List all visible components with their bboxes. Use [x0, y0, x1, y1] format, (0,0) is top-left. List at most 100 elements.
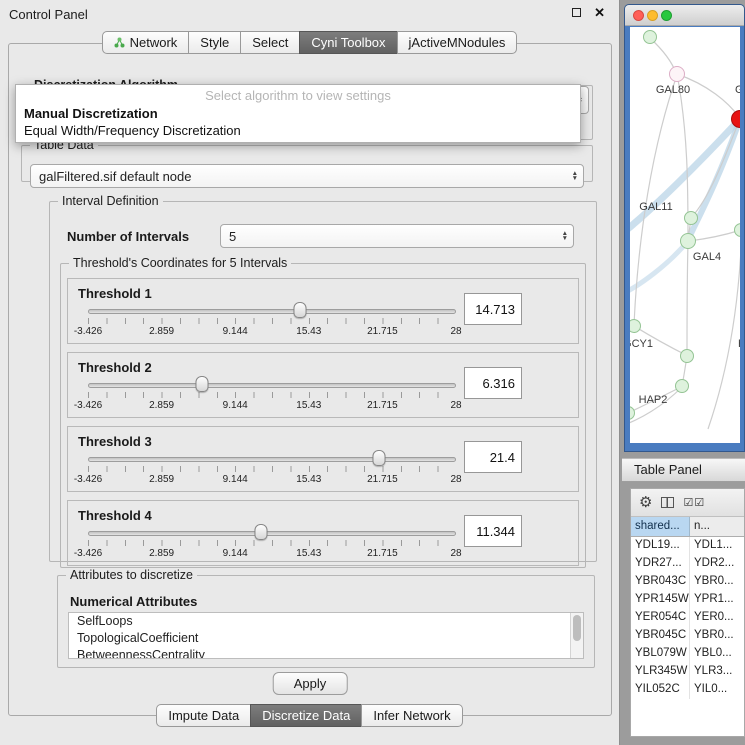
threshold-slider[interactable]: -3.426 2.859 9.144 15.43 21.715 28 — [88, 379, 456, 413]
scrollbar-thumb[interactable] — [573, 615, 581, 641]
network-node[interactable] — [643, 30, 657, 44]
group-label: Threshold's Coordinates for 5 Intervals — [69, 256, 291, 270]
table-row[interactable]: YBR045C YBR0... — [631, 627, 744, 645]
table-row[interactable]: YDR27... YDR2... — [631, 555, 744, 573]
threshold-slider[interactable]: -3.426 2.859 9.144 15.43 21.715 28 — [88, 305, 456, 339]
tab-label: Style — [200, 35, 229, 50]
table-rows: YDL19... YDL1... YDR27... YDR2... YBR043… — [631, 537, 744, 736]
network-window-titlebar[interactable] — [625, 5, 744, 26]
close-traffic-light-icon[interactable] — [633, 10, 644, 21]
table-toolbar: ⚙ ☑☑ — [631, 489, 744, 517]
table-row[interactable]: YDL19... YDL1... — [631, 537, 744, 555]
network-node-label: GCY1 — [630, 338, 653, 350]
cell-shared-name: YLR345W — [631, 663, 690, 681]
network-node[interactable] — [684, 211, 698, 225]
tab-cyni-toolbox[interactable]: Cyni Toolbox — [299, 31, 397, 54]
columns-icon[interactable] — [661, 497, 674, 508]
table-data-select[interactable]: galFiltered.sif default node ▲▼ — [30, 164, 584, 188]
network-node[interactable] — [734, 223, 740, 237]
network-canvas[interactable]: GAL80GAGAL11GAL4GCY1HHAP2 — [630, 27, 740, 443]
cell-name: YBR0... — [690, 627, 744, 645]
tab-jactivemnodules[interactable]: jActiveMNodules — [397, 31, 518, 54]
tab-discretize-data[interactable]: Discretize Data — [250, 704, 362, 727]
slider-thumb[interactable] — [372, 450, 385, 466]
attribute-list-item[interactable]: BetweennessCentrality — [69, 647, 583, 659]
network-node[interactable] — [675, 379, 689, 393]
cell-name: YLR3... — [690, 663, 744, 681]
close-icon[interactable]: ✕ — [594, 7, 605, 18]
table-row[interactable]: YLR345W YLR3... — [631, 663, 744, 681]
tab-impute-data[interactable]: Impute Data — [156, 704, 251, 727]
attribute-list-item[interactable]: SelfLoops — [69, 613, 583, 630]
slider-scale: -3.426 2.859 9.144 15.43 21.715 28 — [88, 326, 456, 338]
table-panel-header[interactable]: Table Panel — [622, 458, 745, 482]
threshold-label: Threshold 2 — [78, 360, 152, 375]
network-node[interactable] — [680, 349, 694, 363]
threshold-value-field[interactable]: 14.713 — [464, 293, 522, 325]
cell-shared-name: YBR045C — [631, 627, 690, 645]
network-node[interactable] — [630, 319, 641, 333]
network-nodes: GAL80GAGAL11GAL4GCY1HHAP2 — [630, 27, 740, 443]
threshold-slider[interactable]: -3.426 2.859 9.144 15.43 21.715 28 — [88, 527, 456, 561]
table-header-row: shared... n... — [631, 517, 744, 537]
network-node[interactable] — [669, 66, 685, 82]
network-node-label: HAP2 — [639, 394, 668, 406]
window-title: Control Panel — [9, 7, 88, 22]
cell-name: YIL0... — [690, 681, 744, 699]
table-row[interactable]: YER054C YER0... — [631, 609, 744, 627]
threshold-value-field[interactable]: 11.344 — [464, 515, 522, 547]
spinner-icon[interactable]: ▲▼ — [572, 171, 578, 181]
screen: Control Panel ✕ Network Style Select Cyn… — [0, 0, 745, 745]
tab-network[interactable]: Network — [102, 31, 190, 54]
threshold-label: Threshold 1 — [78, 286, 152, 301]
spinner-icon[interactable]: ▲▼ — [562, 231, 568, 241]
cell-name: YPR1... — [690, 591, 744, 609]
algorithm-dropdown-popup: Select algorithm to view settings Manual… — [15, 84, 581, 143]
threshold-value-field[interactable]: 6.316 — [464, 367, 522, 399]
tab-select[interactable]: Select — [240, 31, 300, 54]
table-row[interactable]: YIL052C YIL0... — [631, 681, 744, 699]
apply-button[interactable]: Apply — [273, 672, 348, 695]
list-scrollbar[interactable] — [570, 613, 583, 658]
tab-label: Cyni Toolbox — [311, 35, 385, 50]
column-header-shared-name[interactable]: shared... — [631, 517, 690, 536]
slider-track[interactable] — [88, 383, 456, 388]
zoom-traffic-light-icon[interactable] — [661, 10, 672, 21]
column-header-name[interactable]: n... — [690, 517, 744, 536]
select-columns-icons[interactable]: ☑☑ — [683, 496, 705, 509]
network-node[interactable] — [680, 233, 696, 249]
slider-track[interactable] — [88, 457, 456, 462]
attribute-list-item[interactable]: TopologicalCoefficient — [69, 630, 583, 647]
table-row[interactable]: YPR145W YPR1... — [631, 591, 744, 609]
network-node[interactable] — [731, 110, 740, 128]
slider-thumb[interactable] — [254, 524, 267, 540]
network-view-window: GAL80GAGAL11GAL4GCY1HHAP2 — [624, 4, 745, 452]
algorithm-option-equal-width[interactable]: Equal Width/Frequency Discretization — [16, 122, 580, 139]
minimize-traffic-light-icon[interactable] — [647, 10, 658, 21]
table-row[interactable]: YBL079W YBL0... — [631, 645, 744, 663]
slider-track[interactable] — [88, 531, 456, 536]
group-label: Attributes to discretize — [66, 568, 197, 582]
gear-icon[interactable]: ⚙ — [639, 495, 652, 510]
network-icon — [114, 37, 125, 48]
algorithm-option-manual[interactable]: Manual Discretization — [16, 105, 580, 122]
cyni-toolbox-panel: Discretization Algorithm ▲▼ Select algor… — [8, 43, 612, 716]
float-window-icon[interactable] — [572, 8, 581, 17]
slider-ticks — [88, 318, 456, 324]
network-node-label: GAL80 — [656, 84, 690, 96]
cell-name: YBR0... — [690, 573, 744, 591]
tab-infer-network[interactable]: Infer Network — [361, 704, 462, 727]
threshold-value-field[interactable]: 21.4 — [464, 441, 522, 473]
slider-track[interactable] — [88, 309, 456, 314]
slider-thumb[interactable] — [294, 302, 307, 318]
network-node[interactable] — [630, 406, 635, 420]
threshold-slider[interactable]: -3.426 2.859 9.144 15.43 21.715 28 — [88, 453, 456, 487]
number-of-intervals-select[interactable]: 5 ▲▼ — [220, 224, 574, 248]
threshold-label: Threshold 4 — [78, 508, 152, 523]
numerical-attributes-list[interactable]: SelfLoops TopologicalCoefficient Between… — [68, 612, 584, 659]
group-label: Interval Definition — [58, 194, 163, 208]
slider-thumb[interactable] — [196, 376, 209, 392]
threshold-block: Threshold 4 -3.426 2.859 9.144 15.43 — [67, 500, 579, 566]
table-row[interactable]: YBR043C YBR0... — [631, 573, 744, 591]
tab-style[interactable]: Style — [188, 31, 241, 54]
